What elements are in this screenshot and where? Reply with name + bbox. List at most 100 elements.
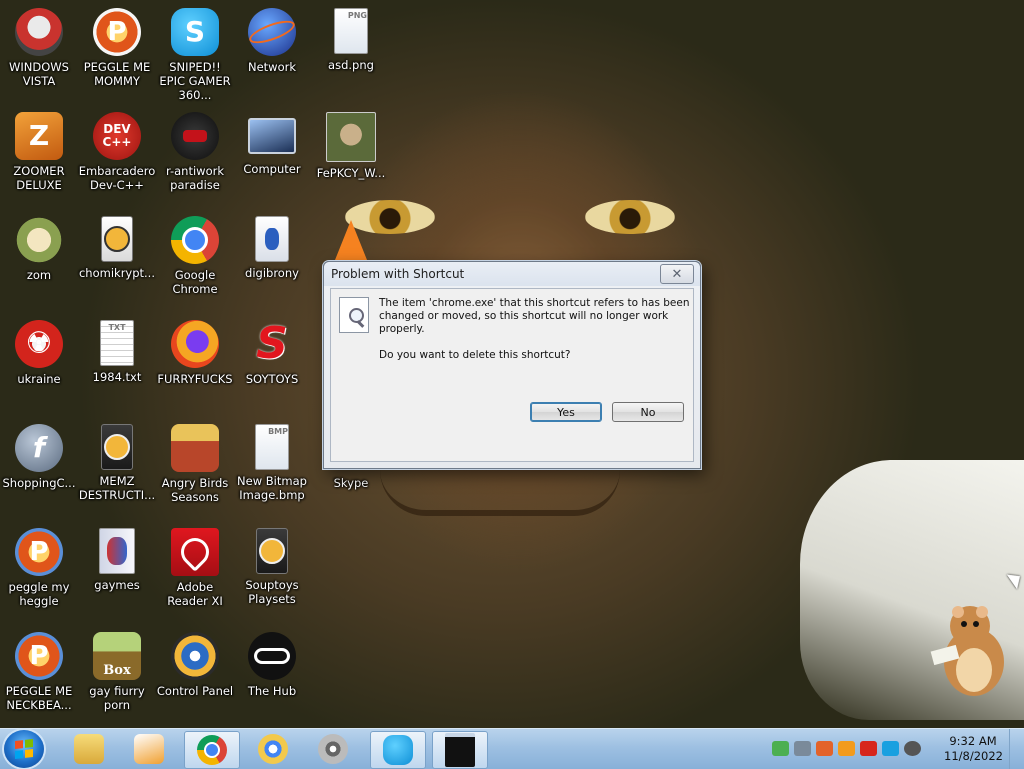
desktop-icon[interactable]: Control Panel bbox=[154, 626, 236, 722]
desktop-icon-label: PEGGLE ME MOMMY bbox=[83, 60, 151, 88]
tray-app-icon[interactable] bbox=[772, 741, 789, 756]
taskbar-item-command-prompt[interactable] bbox=[432, 731, 488, 769]
emblem-icon bbox=[183, 130, 207, 142]
film-reel-icon bbox=[318, 734, 348, 764]
media-folder-icon bbox=[99, 528, 135, 574]
desktop-icon[interactable]: WINDOWS VISTA bbox=[0, 2, 80, 98]
desktop-icon[interactable]: PNG asd.png bbox=[310, 2, 392, 98]
desktop-icon[interactable]: P peggle my heggle bbox=[0, 522, 80, 618]
png-file-icon: PNG bbox=[334, 8, 368, 54]
shortcut-file-icon bbox=[255, 216, 289, 262]
desktop-icon[interactable]: chomikrypt... bbox=[76, 210, 158, 306]
vlc-icon bbox=[327, 216, 375, 264]
desktop-icon-label: Angry Birds Seasons bbox=[161, 476, 229, 504]
wallpaper-eye-right bbox=[585, 200, 675, 234]
cone-icon bbox=[335, 220, 367, 260]
no-button[interactable]: No bbox=[612, 402, 684, 422]
desktop-icon-label: FURRYFUCKS bbox=[157, 372, 233, 386]
desktop-icon[interactable]: The Hub bbox=[231, 626, 313, 722]
soytoys-icon: S bbox=[256, 318, 288, 369]
desktop-icon[interactable]: gaymes bbox=[76, 522, 158, 618]
angry-birds-icon bbox=[171, 424, 219, 472]
desktop-icon[interactable]: zom bbox=[0, 210, 80, 306]
desktop-icon[interactable]: Angry Birds Seasons bbox=[154, 418, 236, 514]
desktop-icon[interactable]: FePKCY_W... bbox=[310, 106, 392, 202]
wallpaper-mouth bbox=[380, 470, 620, 516]
desktop-icon-label: digibrony bbox=[245, 266, 299, 280]
search-document-icon bbox=[339, 297, 369, 333]
dialog-message: The item 'chrome.exe' that this shortcut… bbox=[379, 297, 697, 375]
start-button[interactable] bbox=[4, 730, 44, 768]
desktop-icon[interactable]: Box gay fiurry porn bbox=[76, 626, 158, 722]
dialog-titlebar[interactable]: Problem with Shortcut ✕ bbox=[324, 262, 700, 286]
desktop-icon[interactable]: digibrony bbox=[231, 210, 313, 306]
tray-network-icon[interactable] bbox=[794, 741, 811, 756]
skype-icon: S bbox=[171, 8, 219, 56]
tray-flag-icon[interactable] bbox=[860, 741, 877, 756]
taskbar-item-media-player[interactable] bbox=[122, 731, 176, 767]
desktop-icon[interactable]: Google Chrome bbox=[154, 210, 236, 306]
desktop-icon[interactable]: P PEGGLE ME NECKBEA... bbox=[0, 626, 80, 722]
dialog-message-text: The item 'chrome.exe' that this shortcut… bbox=[379, 297, 690, 335]
dialog-body: The item 'chrome.exe' that this shortcut… bbox=[330, 288, 694, 462]
desktop-icon-label: FePKCY_W... bbox=[316, 166, 386, 180]
tray-search-icon[interactable] bbox=[838, 741, 855, 756]
desktop-icon[interactable]: P PEGGLE ME MOMMY bbox=[76, 2, 158, 98]
desktop-icon[interactable]: Network bbox=[231, 2, 313, 98]
peggle-icon: P bbox=[15, 632, 63, 680]
tray-volume-icon[interactable] bbox=[904, 741, 921, 756]
desktop-icon-label: zom bbox=[26, 268, 52, 282]
tray-app-icon[interactable] bbox=[816, 741, 833, 756]
desktop-icon[interactable]: Z ZOOMER DELUXE bbox=[0, 106, 80, 202]
taskbar-clock[interactable]: 9:32 AM 11/8/2022 bbox=[944, 734, 1003, 764]
desktop-icon-label: Network bbox=[247, 60, 297, 74]
taskbar-item-chrome[interactable] bbox=[184, 731, 240, 769]
desktop-icon[interactable]: f ShoppingC... bbox=[0, 418, 80, 514]
disc-icon bbox=[107, 537, 127, 565]
desktop-icon-label: PEGGLE ME NECKBEA... bbox=[5, 684, 73, 712]
shortcut-file-icon bbox=[101, 216, 133, 262]
media-player-icon bbox=[134, 734, 164, 764]
desktop-icon-label: gaymes bbox=[94, 578, 140, 592]
desktop-icon-label: ShoppingC... bbox=[2, 476, 76, 490]
desktop-icon[interactable]: ☢ ukraine bbox=[0, 314, 80, 410]
clock-icon bbox=[259, 538, 285, 564]
desktop-icon[interactable]: MEMZ DESTRUCTI... bbox=[76, 418, 158, 514]
chrome-icon bbox=[171, 216, 219, 264]
desktop-icon[interactable]: FURRYFUCKS bbox=[154, 314, 236, 410]
flash-icon: f bbox=[15, 424, 63, 472]
dev-cpp-icon: DEV C++ bbox=[93, 112, 141, 160]
taskbar-item-chromium-alt[interactable] bbox=[246, 731, 300, 767]
desktop-icon-label: ukraine bbox=[17, 372, 61, 386]
desktop-icon[interactable]: TXT 1984.txt bbox=[76, 314, 158, 410]
desktop-icon-label: asd.png bbox=[328, 58, 374, 72]
acrobat-glyph-icon bbox=[175, 532, 215, 572]
zom-icon bbox=[15, 216, 63, 264]
shortcut-file-icon bbox=[101, 424, 133, 470]
firefox-icon bbox=[171, 320, 219, 368]
desktop-icon[interactable]: S SOYTOYS bbox=[231, 314, 313, 410]
radiation-icon: ☢ bbox=[15, 320, 63, 368]
taskbar-item-explorer[interactable] bbox=[62, 731, 116, 767]
show-desktop-button[interactable] bbox=[1009, 729, 1024, 769]
desktop-icon[interactable]: Computer bbox=[231, 106, 313, 202]
desktop-icon-label: Adobe Reader XI bbox=[167, 580, 223, 608]
bitmap-file-icon: BMP bbox=[255, 424, 289, 470]
desktop-icon[interactable]: r-antiwork paradise bbox=[154, 106, 236, 202]
desktop-icon[interactable]: BMP New Bitmap Image.bmp bbox=[231, 418, 313, 514]
ring-icon bbox=[246, 16, 298, 48]
desktop-icon-label: Computer bbox=[243, 162, 301, 176]
desktop-icon[interactable]: DEV C++ Embarcadero Dev-C++ bbox=[76, 106, 158, 202]
desktop-icon-label: peggle my heggle bbox=[8, 580, 70, 608]
tray-display-icon[interactable] bbox=[882, 741, 899, 756]
desktop-icon[interactable]: S SNIPED!! EPIC GAMER 360... bbox=[154, 2, 236, 102]
desktop-icon[interactable]: Souptoys Playsets bbox=[231, 522, 313, 618]
box-icon: Box bbox=[93, 632, 141, 680]
desktop-icon[interactable]: Adobe Reader XI bbox=[154, 522, 236, 618]
close-button[interactable]: ✕ bbox=[660, 264, 694, 284]
taskbar-item-media-center[interactable] bbox=[306, 731, 360, 767]
taskbar-item-skype[interactable] bbox=[370, 731, 426, 769]
desktop-icon-label: 1984.txt bbox=[92, 370, 142, 384]
yes-button[interactable]: Yes bbox=[530, 402, 602, 422]
text-file-icon: TXT bbox=[100, 320, 134, 366]
